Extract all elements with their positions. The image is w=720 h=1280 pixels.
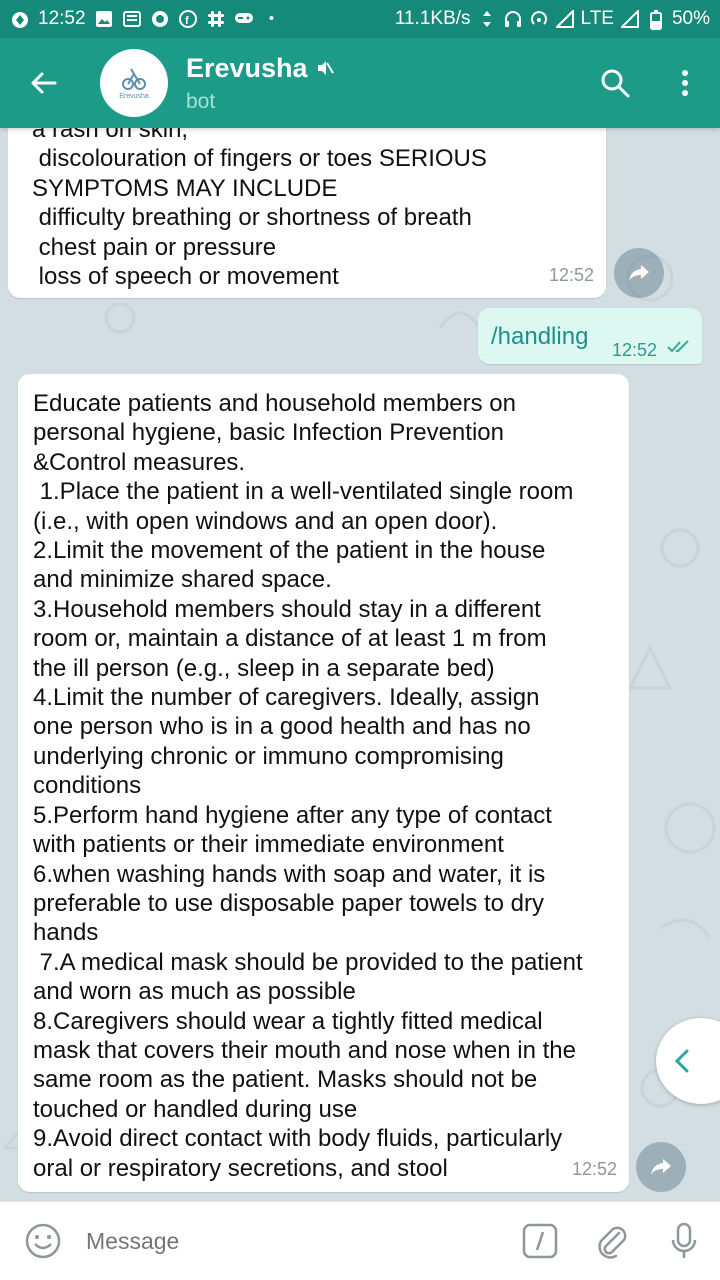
signal-icon-2 — [619, 8, 640, 28]
message-line: 3.Household members should stay in a dif… — [33, 595, 541, 623]
hotspot-icon — [529, 10, 549, 28]
message-line: SYMPTOMS MAY INCLUDE — [32, 174, 338, 202]
forward-button-2[interactable] — [636, 1142, 686, 1192]
message-input-bar — [0, 1201, 720, 1280]
forward-icon — [629, 265, 649, 281]
incoming-message-2[interactable]: Educate patients and household members o… — [18, 374, 629, 1192]
gallery-icon — [94, 10, 114, 28]
message-line: and minimize shared space. — [33, 566, 332, 594]
emoji-icon — [25, 1223, 61, 1259]
message-line: personal hygiene, basic Infection Preven… — [33, 419, 504, 447]
outgoing-message-time: 12:52 — [612, 340, 658, 360]
search-icon — [601, 69, 630, 98]
message-line: conditions — [33, 772, 142, 800]
network-speed: 11.1KB/s — [394, 8, 471, 29]
outgoing-message[interactable]: /handling 12:52 — [478, 308, 702, 364]
message-line: difficulty breathing or shortness of bre… — [32, 204, 472, 232]
chat-subtitle: bot — [186, 89, 216, 113]
whatsapp-icon — [150, 10, 170, 28]
message-1-text: a rash on skin, discolouration of finger… — [32, 128, 487, 291]
bot-logo-icon — [122, 68, 146, 90]
paperclip-icon — [598, 1226, 627, 1259]
avatar-label: Erevusha — [119, 93, 149, 100]
chat-header: Erevusha Erevusha bot — [0, 38, 720, 128]
message-line: 4.Limit the number of caregivers. Ideall… — [33, 684, 540, 712]
message-line: (i.e., with open windows and an open doo… — [33, 507, 498, 535]
slash-command-icon — [522, 1223, 558, 1259]
network-type: LTE — [580, 8, 614, 29]
message-line: Educate patients and household members o… — [33, 390, 516, 417]
status-time: 12:52 — [38, 8, 86, 29]
message-line: preferable to use disposable paper towel… — [33, 889, 544, 917]
signal-icon — [554, 8, 575, 28]
message-line: touched or handled during use — [33, 1095, 358, 1123]
message-input[interactable] — [86, 1227, 504, 1255]
dot-icon: • — [268, 10, 275, 27]
forward-button-1[interactable] — [614, 248, 664, 298]
news-icon — [122, 10, 142, 28]
forward-icon — [651, 1159, 671, 1175]
message-line: 2.Limit the movement of the patient in t… — [33, 537, 546, 565]
message-line: oral or respiratory secretions, and stoo… — [33, 1154, 448, 1182]
app-notification-icon — [10, 10, 30, 28]
chat-title-row: Erevusha — [186, 53, 580, 84]
message-1-time: 12:52 — [548, 264, 594, 285]
message-line: 1.Place the patient in a well-ventilated… — [33, 478, 574, 506]
message-line: 7.A medical mask should be provided to t… — [33, 948, 583, 976]
microphone-icon — [671, 1222, 697, 1258]
outgoing-message-text: /handling — [491, 323, 589, 350]
message-line: mask that covers their mouth and nose wh… — [33, 1036, 576, 1064]
status-left: 12:52 f • — [10, 8, 282, 30]
chat-title: Erevusha — [186, 52, 308, 83]
chat-title-box[interactable]: Erevusha bot — [186, 53, 580, 114]
more-vert-icon — [682, 70, 688, 96]
back-arrow-icon — [31, 72, 57, 94]
battery-level: 50% — [671, 8, 710, 29]
message-line: a rash on skin, — [32, 128, 189, 143]
search-button[interactable] — [580, 38, 650, 128]
message-line: with patients or their immediate environ… — [33, 831, 504, 859]
svg-text:f: f — [185, 15, 189, 27]
avatar[interactable]: Erevusha — [100, 49, 168, 117]
chat-area[interactable]: a rash on skin, discolouration of finger… — [0, 128, 720, 1201]
back-button[interactable] — [0, 38, 86, 128]
battery-icon — [646, 10, 666, 30]
data-arrows-icon — [477, 10, 497, 28]
emoji-button[interactable] — [0, 1202, 86, 1280]
voice-message-button[interactable] — [648, 1202, 720, 1280]
message-line: discolouration of fingers or toes SERIOU… — [32, 145, 487, 173]
message-line: and worn as much as possible — [33, 978, 356, 1006]
message-line: &Control measures. — [33, 448, 246, 476]
message-line: 8.Caregivers should wear a tightly fitte… — [33, 1007, 543, 1035]
mute-icon — [317, 61, 334, 75]
headphones-icon — [503, 10, 523, 28]
message-line: chest pain or pressure — [32, 233, 277, 261]
facebook-icon: f — [178, 10, 198, 28]
status-bar: 12:52 f • 11.1KB/s LTE 50% — [0, 0, 720, 38]
message-line: loss of speech or movement — [32, 263, 339, 291]
message-2-text: Educate patients and household members o… — [33, 389, 583, 1183]
incoming-message-1[interactable]: a rash on skin, discolouration of finger… — [8, 128, 606, 298]
message-line: room or, maintain a distance of at least… — [33, 625, 547, 653]
chevron-left-icon — [674, 1049, 689, 1073]
bot-commands-button[interactable] — [504, 1202, 576, 1280]
message-line: 5.Perform hand hygiene after any type of… — [33, 801, 552, 829]
attach-button[interactable] — [576, 1202, 648, 1280]
status-right: 11.1KB/s LTE 50% — [395, 8, 710, 30]
message-line: underlying chronic or immuno compromisin… — [33, 742, 504, 770]
message-line: 6.when washing hands with soap and water… — [33, 860, 546, 888]
message-2-time: 12:52 — [571, 1158, 617, 1179]
message-line: same room as the patient. Masks should n… — [33, 1066, 538, 1094]
message-line: the ill person (e.g., sleep in a separat… — [33, 654, 495, 682]
double-check-icon — [667, 340, 689, 353]
slack-icon — [206, 10, 226, 28]
message-line: 9.Avoid direct contact with body fluids,… — [33, 1125, 563, 1153]
gamepad-icon — [234, 10, 254, 28]
more-options-button[interactable] — [650, 38, 720, 128]
message-line: one person who is in a good health and h… — [33, 713, 531, 741]
message-line: hands — [33, 919, 99, 947]
